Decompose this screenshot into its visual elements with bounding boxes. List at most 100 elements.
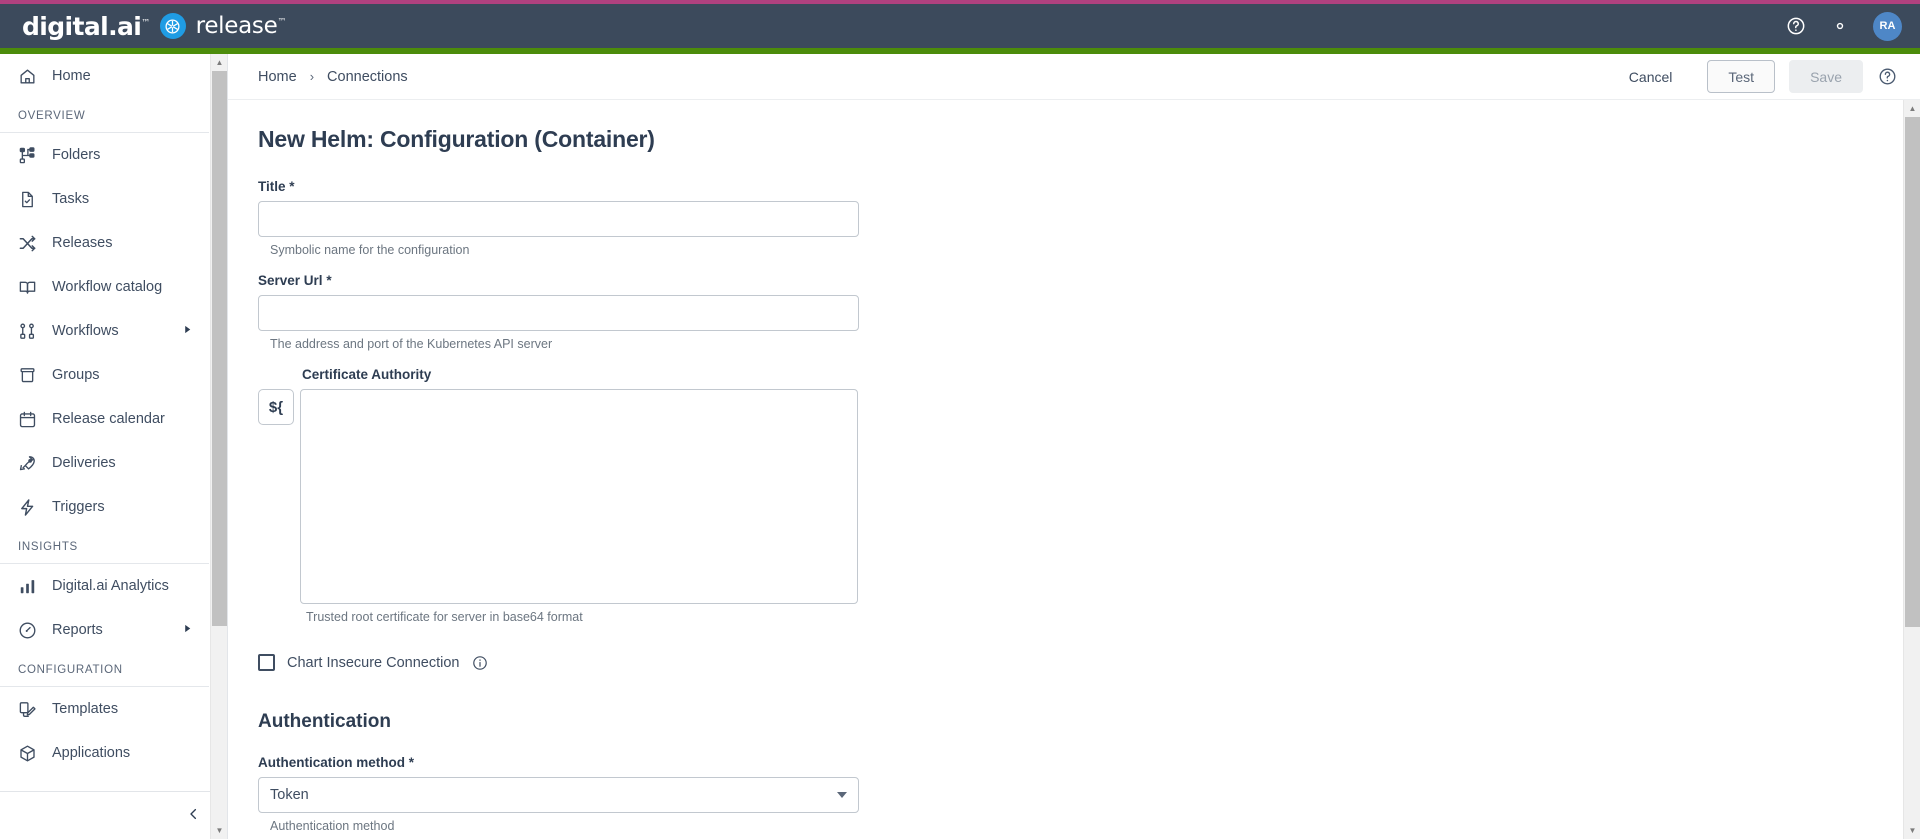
box-stack-icon bbox=[18, 366, 44, 385]
toolbar-actions: Cancel Test Save bbox=[1608, 60, 1898, 93]
sidebar-item-groups[interactable]: Groups bbox=[0, 353, 209, 397]
help-circle-icon[interactable] bbox=[1785, 15, 1807, 37]
sidebar-item-label: Workflow catalog bbox=[52, 279, 163, 295]
scroll-down-arrow-icon[interactable]: ▼ bbox=[1904, 822, 1920, 839]
book-icon bbox=[18, 278, 44, 297]
authentication-method-select[interactable]: Token bbox=[258, 777, 859, 813]
sidebar-item-label: Templates bbox=[52, 701, 119, 717]
sidebar-section-header: OVERVIEW bbox=[0, 98, 209, 133]
chevron-left-icon[interactable] bbox=[186, 805, 201, 826]
brand-logo[interactable]: digital.ai™ release™ bbox=[22, 13, 286, 39]
sidebar-item-label: Workflows bbox=[52, 323, 119, 339]
header-actions: RA bbox=[1785, 11, 1902, 41]
app-header: digital.ai™ release™ RA bbox=[0, 4, 1920, 48]
sidebar-item-label: Folders bbox=[52, 147, 101, 163]
info-circle-icon[interactable] bbox=[472, 654, 489, 671]
test-button[interactable]: Test bbox=[1707, 60, 1776, 93]
field-authentication-method: Authentication method * Token Authentica… bbox=[258, 755, 1903, 833]
sidebar-item-label: Home bbox=[52, 68, 91, 84]
chart-insecure-connection-checkbox[interactable] bbox=[258, 654, 275, 671]
scroll-up-arrow-icon[interactable]: ▲ bbox=[211, 54, 228, 71]
sidebar-item-deliveries[interactable]: Deliveries bbox=[0, 441, 209, 485]
sidebar-item-workflows[interactable]: Workflows bbox=[0, 309, 209, 353]
field-server-url: Server Url * The address and port of the… bbox=[258, 273, 1903, 351]
sidebar-section-header: INSIGHTS bbox=[0, 529, 209, 564]
breadcrumb-item-connections[interactable]: Connections bbox=[327, 69, 408, 85]
sidebar-scroll-area: Home OVERVIEW Folders Tasks Releases Workflo… bbox=[0, 54, 227, 791]
certificate-authority-textarea[interactable] bbox=[300, 389, 858, 604]
sidebar-item-label: Digital.ai Analytics bbox=[52, 578, 169, 594]
required-marker: * bbox=[289, 179, 295, 194]
sidebar-item-tasks[interactable]: Tasks bbox=[0, 177, 209, 221]
breadcrumb-item-home[interactable]: Home bbox=[258, 69, 297, 85]
gauge-icon bbox=[18, 621, 44, 640]
required-marker: * bbox=[408, 755, 415, 770]
sidebar-item-label: Release calendar bbox=[52, 411, 165, 427]
field-server-url-label: Server Url * bbox=[258, 273, 1903, 288]
field-server-url-label-text: Server Url bbox=[258, 273, 323, 288]
authentication-section-title: Authentication bbox=[258, 711, 391, 732]
help-circle-icon[interactable] bbox=[1877, 66, 1898, 87]
sidebar-item-applications[interactable]: Applications bbox=[0, 731, 209, 775]
sidebar-item-label: Applications bbox=[52, 745, 131, 761]
variable-insert-button[interactable]: ${ bbox=[258, 389, 294, 425]
sidebar-item-label: Reports bbox=[52, 622, 103, 638]
app-shell: Home OVERVIEW Folders Tasks Releases Workflo… bbox=[0, 54, 1920, 839]
title-input[interactable] bbox=[258, 201, 859, 237]
calendar-icon bbox=[18, 410, 44, 429]
product-trademark: ™ bbox=[277, 17, 287, 28]
sidebar-scrollbar[interactable]: ▲ ▼ bbox=[210, 54, 227, 839]
bar-chart-icon bbox=[18, 577, 44, 596]
sidebar-section-header: CONFIGURATION bbox=[0, 652, 209, 687]
field-authentication-method-label: Authentication method * bbox=[258, 755, 1903, 770]
chevron-right-icon[interactable] bbox=[182, 324, 193, 338]
field-title-label-text: Title bbox=[258, 179, 286, 194]
sidebar-item-home[interactable]: Home bbox=[0, 54, 209, 98]
home-icon bbox=[18, 67, 44, 86]
gear-icon[interactable] bbox=[1829, 15, 1851, 37]
sidebar-item-label: Triggers bbox=[52, 499, 105, 515]
sidebar-item-label: Releases bbox=[52, 235, 113, 251]
rocket-icon bbox=[18, 454, 44, 473]
field-title: Title * Symbolic name for the configurat… bbox=[258, 179, 1903, 257]
field-certificate-authority-label: Certificate Authority bbox=[302, 367, 432, 382]
scroll-up-arrow-icon[interactable]: ▲ bbox=[1904, 100, 1920, 117]
save-button[interactable]: Save bbox=[1789, 60, 1863, 93]
brand-digitalai-text: digital.ai™ bbox=[22, 11, 150, 41]
sidebar-footer bbox=[0, 791, 227, 839]
page-toolbar: Home › Connections Cancel Test Save bbox=[228, 54, 1920, 100]
field-title-hint: Symbolic name for the configuration bbox=[270, 243, 470, 257]
sidebar-item-workflow-catalog[interactable]: Workflow catalog bbox=[0, 265, 209, 309]
breadcrumb: Home › Connections bbox=[258, 69, 408, 85]
main-scrollbar-thumb[interactable] bbox=[1905, 117, 1920, 627]
required-marker: * bbox=[326, 273, 332, 288]
form-content: New Helm: Configuration (Container) Titl… bbox=[228, 100, 1903, 839]
scroll-down-arrow-icon[interactable]: ▼ bbox=[211, 822, 228, 839]
avatar[interactable]: RA bbox=[1873, 11, 1902, 41]
sidebar-item-templates[interactable]: Templates bbox=[0, 687, 209, 731]
field-certificate-authority-hint: Trusted root certificate for server in b… bbox=[306, 610, 583, 624]
chart-insecure-connection-label: Chart Insecure Connection bbox=[287, 654, 460, 671]
shuffle-icon bbox=[18, 234, 44, 253]
sidebar-item-release-calendar[interactable]: Release calendar bbox=[0, 397, 209, 441]
main-scrollbar[interactable]: ▲ ▼ bbox=[1903, 100, 1920, 839]
sidebar-item-releases[interactable]: Releases bbox=[0, 221, 209, 265]
sidebar-item-triggers[interactable]: Triggers bbox=[0, 485, 209, 529]
brand-release-text: release™ bbox=[195, 13, 287, 39]
sidebar-scrollbar-thumb[interactable] bbox=[212, 71, 227, 626]
field-certificate-authority: Certificate Authority ${ Trusted root ce… bbox=[258, 367, 1903, 624]
workflow-nodes-icon bbox=[18, 322, 44, 341]
field-title-label: Title * bbox=[258, 179, 1903, 194]
chevron-right-icon[interactable] bbox=[182, 623, 193, 637]
server-url-input[interactable] bbox=[258, 295, 859, 331]
sidebar-item-digital-ai-analytics[interactable]: Digital.ai Analytics bbox=[0, 564, 209, 608]
brand-trademark: ™ bbox=[141, 18, 150, 29]
certificate-authority-row: ${ bbox=[258, 389, 1903, 604]
field-authentication-method-label-text: Authentication method bbox=[258, 755, 405, 770]
sidebar-item-reports[interactable]: Reports bbox=[0, 608, 209, 652]
templates-icon bbox=[18, 700, 44, 719]
page-title: New Helm: Configuration (Container) bbox=[258, 126, 655, 152]
cancel-button[interactable]: Cancel bbox=[1608, 60, 1694, 93]
sidebar-item-folders[interactable]: Folders bbox=[0, 133, 209, 177]
chevron-right-icon: › bbox=[309, 69, 315, 84]
